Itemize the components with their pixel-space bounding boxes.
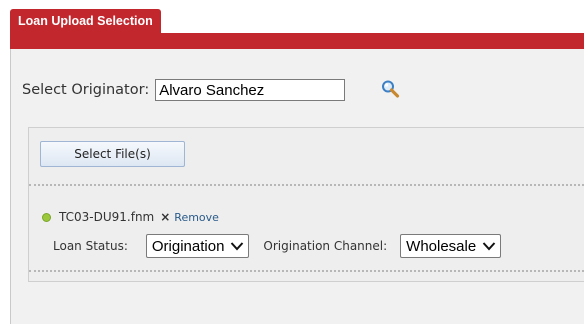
- origination-channel-value: Wholesale: [406, 237, 477, 255]
- divider-top: [29, 184, 584, 186]
- search-icon[interactable]: [380, 79, 400, 99]
- remove-link[interactable]: Remove: [174, 211, 219, 224]
- chevron-down-icon: [231, 242, 244, 251]
- originator-label: Select Originator:: [22, 82, 150, 98]
- origination-channel-label: Origination Channel:: [263, 239, 388, 253]
- origination-channel-select[interactable]: Wholesale: [400, 234, 502, 258]
- loan-options-row: Loan Status: Origination Origination Cha…: [53, 233, 502, 259]
- loan-status-select[interactable]: Origination: [145, 234, 250, 258]
- originator-row: Select Originator:: [22, 78, 346, 102]
- status-dot-icon: [42, 212, 51, 222]
- chevron-down-icon: [482, 242, 496, 251]
- remove-icon[interactable]: ×: [160, 210, 170, 224]
- select-files-button[interactable]: Select File(s): [40, 141, 185, 167]
- tab-loan-upload-selection[interactable]: Loan Upload Selection: [10, 9, 161, 33]
- loan-status-label: Loan Status:: [53, 239, 128, 253]
- originator-input[interactable]: [155, 79, 346, 101]
- file-item: TC03-DU91.fnm × Remove: [42, 209, 219, 225]
- file-name: TC03-DU91.fnm: [59, 210, 155, 224]
- loan-status-value: Origination: [151, 237, 225, 255]
- divider-bottom: [29, 270, 584, 272]
- tab-bar: [10, 33, 584, 49]
- tab-label: Loan Upload Selection: [18, 14, 153, 28]
